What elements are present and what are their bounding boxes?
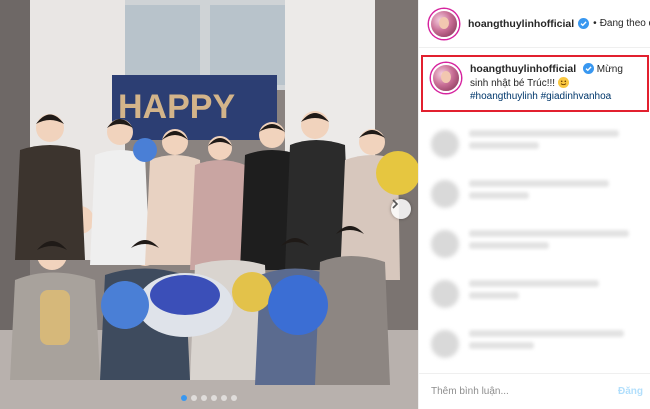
smiling-face-emoji-icon — [557, 76, 569, 88]
avatar[interactable] — [431, 63, 461, 93]
carousel-dot — [231, 395, 237, 401]
chevron-right-icon — [392, 199, 399, 209]
list-item — [419, 218, 650, 268]
group-photo-illustration: HAPPY — [0, 0, 418, 409]
list-item — [419, 268, 650, 318]
caption-username-link[interactable]: hoangthuylinhofficial — [470, 63, 576, 75]
caption-text: hoangthuylinhofficial Mừng sinh nhật bé … — [470, 63, 641, 110]
hashtag-link[interactable]: #hoangthuylinh — [470, 91, 538, 102]
post-photo[interactable]: HAPPY — [0, 0, 418, 409]
next-slide-button[interactable] — [391, 199, 411, 219]
blurred-comments-list — [419, 118, 650, 368]
instagram-post-modal: HAPPY hoangthuylinhofficial • Đang theo … — [0, 0, 650, 409]
carousel-dot — [181, 395, 187, 401]
carousel-dot — [211, 395, 217, 401]
carousel-dot — [191, 395, 197, 401]
comment-input[interactable] — [431, 386, 618, 397]
caption-highlight-box: hoangthuylinhofficial Mừng sinh nhật bé … — [421, 55, 649, 112]
post-header: hoangthuylinhofficial • Đang theo dõ — [419, 0, 650, 48]
carousel-dots — [0, 395, 418, 401]
hashtag-link[interactable]: #giadinhvanhoa — [541, 91, 612, 102]
post-comment-button[interactable]: Đăng — [618, 386, 643, 397]
verified-badge-icon — [578, 18, 590, 29]
list-item — [419, 118, 650, 168]
comment-form: Đăng — [419, 373, 650, 409]
following-button[interactable]: Đang theo dõ — [600, 18, 650, 29]
carousel-dot — [201, 395, 207, 401]
carousel-dot — [221, 395, 227, 401]
avatar[interactable] — [429, 8, 459, 39]
balloon-letters: HAPPY — [118, 88, 235, 126]
username-link[interactable]: hoangthuylinhofficial — [468, 18, 574, 30]
header-separator: • — [593, 18, 597, 29]
post-side-panel: hoangthuylinhofficial • Đang theo dõ hoa… — [418, 0, 650, 409]
verified-badge-icon — [582, 63, 594, 74]
list-item — [419, 168, 650, 218]
list-item — [419, 318, 650, 368]
